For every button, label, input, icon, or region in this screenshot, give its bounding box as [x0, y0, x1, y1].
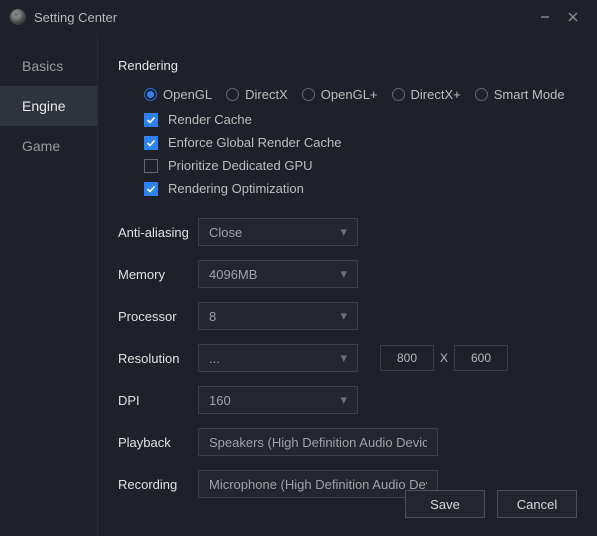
select-value: ... [209, 351, 340, 366]
label-processor: Processor [118, 309, 198, 324]
select-playback[interactable]: Speakers (High Definition Audio Device) [198, 428, 438, 456]
label-recording: Recording [118, 477, 198, 492]
label-anti-aliasing: Anti-aliasing [118, 225, 198, 240]
select-value: Microphone (High Definition Audio Dev [209, 477, 427, 492]
select-value: 160 [209, 393, 340, 408]
checkbox-icon [144, 113, 158, 127]
button-label: Save [430, 497, 460, 512]
select-dpi[interactable]: 160 ▾ [198, 386, 358, 414]
radio-directx-plus[interactable]: DirectX+ [392, 87, 461, 102]
label-memory: Memory [118, 267, 198, 282]
checkbox-icon [144, 159, 158, 173]
chevron-down-icon: ▾ [340, 224, 347, 240]
radio-label: OpenGL+ [321, 87, 378, 102]
checkbox-label: Enforce Global Render Cache [168, 135, 341, 150]
resolution-width-input[interactable]: 800 [380, 345, 434, 371]
select-resolution[interactable]: ... ▾ [198, 344, 358, 372]
content: Rendering OpenGL DirectX OpenGL+ DirectX… [98, 34, 597, 536]
label-resolution: Resolution [118, 351, 198, 366]
sidebar-item-label: Game [22, 138, 60, 154]
select-processor[interactable]: 8 ▾ [198, 302, 358, 330]
radio-dot-icon [475, 88, 488, 101]
radio-smart-mode[interactable]: Smart Mode [475, 87, 565, 102]
radio-dot-icon [144, 88, 157, 101]
check-render-cache[interactable]: Render Cache [144, 112, 577, 127]
checkbox-label: Prioritize Dedicated GPU [168, 158, 313, 173]
radio-dot-icon [302, 88, 315, 101]
check-prioritize-dedicated-gpu[interactable]: Prioritize Dedicated GPU [144, 158, 577, 173]
sidebar-item-label: Engine [22, 98, 66, 114]
select-anti-aliasing[interactable]: Close ▾ [198, 218, 358, 246]
select-value: 4096MB [209, 267, 340, 282]
sidebar-item-game[interactable]: Game [0, 126, 97, 166]
select-value: Close [209, 225, 340, 240]
select-value: Speakers (High Definition Audio Device) [209, 435, 427, 450]
sidebar: Basics Engine Game [0, 34, 98, 536]
checkbox-label: Render Cache [168, 112, 252, 127]
button-label: Cancel [517, 497, 557, 512]
radio-label: DirectX [245, 87, 288, 102]
resolution-separator: X [440, 351, 448, 365]
check-rendering-optimization[interactable]: Rendering Optimization [144, 181, 577, 196]
section-title-rendering: Rendering [118, 58, 577, 73]
minimize-button[interactable] [531, 3, 559, 31]
save-button[interactable]: Save [405, 490, 485, 518]
chevron-down-icon: ▾ [340, 350, 347, 366]
resolution-height-input[interactable]: 600 [454, 345, 508, 371]
checkbox-icon [144, 182, 158, 196]
radio-directx[interactable]: DirectX [226, 87, 288, 102]
radio-dot-icon [226, 88, 239, 101]
chevron-down-icon: ▾ [340, 392, 347, 408]
sidebar-item-basics[interactable]: Basics [0, 46, 97, 86]
radio-dot-icon [392, 88, 405, 101]
chevron-down-icon: ▾ [340, 266, 347, 282]
window-title: Setting Center [34, 10, 531, 25]
sidebar-item-engine[interactable]: Engine [0, 86, 97, 126]
input-value: 600 [471, 351, 491, 365]
label-playback: Playback [118, 435, 198, 450]
checkbox-label: Rendering Optimization [168, 181, 304, 196]
app-logo-icon [10, 9, 26, 25]
cancel-button[interactable]: Cancel [497, 490, 577, 518]
select-value: 8 [209, 309, 340, 324]
footer: Save Cancel [405, 490, 577, 518]
radio-opengl-plus[interactable]: OpenGL+ [302, 87, 378, 102]
close-button[interactable] [559, 3, 587, 31]
radio-opengl[interactable]: OpenGL [144, 87, 212, 102]
input-value: 800 [397, 351, 417, 365]
radio-label: DirectX+ [411, 87, 461, 102]
select-memory[interactable]: 4096MB ▾ [198, 260, 358, 288]
select-recording[interactable]: Microphone (High Definition Audio Dev [198, 470, 438, 498]
titlebar: Setting Center [0, 0, 597, 34]
radio-label: OpenGL [163, 87, 212, 102]
radio-label: Smart Mode [494, 87, 565, 102]
rendering-mode-group: OpenGL DirectX OpenGL+ DirectX+ Smart Mo… [144, 87, 577, 102]
chevron-down-icon: ▾ [340, 308, 347, 324]
label-dpi: DPI [118, 393, 198, 408]
checkbox-icon [144, 136, 158, 150]
sidebar-item-label: Basics [22, 58, 63, 74]
check-enforce-global-render-cache[interactable]: Enforce Global Render Cache [144, 135, 577, 150]
